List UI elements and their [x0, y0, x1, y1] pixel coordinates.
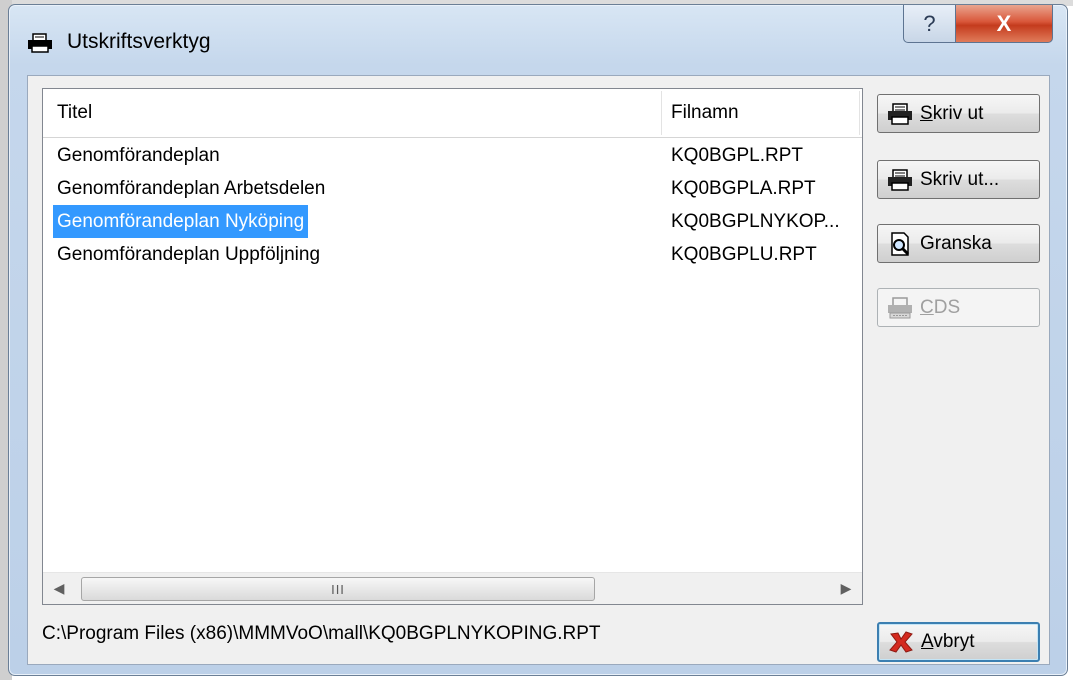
print-dialog-button[interactable]: Skriv ut...	[877, 160, 1040, 199]
printer-icon	[28, 33, 52, 53]
help-icon: ?	[923, 10, 936, 36]
report-list[interactable]: Titel Filnamn Genomförandeplan KQ0BGPL.R…	[42, 88, 863, 605]
list-item[interactable]: Genomförandeplan Arbetsdelen KQ0BGPLA.RP…	[43, 172, 862, 205]
list-header: Titel Filnamn	[43, 89, 862, 138]
printer-icon	[888, 168, 912, 191]
item-filename: KQ0BGPLA.RPT	[671, 178, 816, 199]
column-header-title[interactable]: Titel	[57, 89, 92, 137]
button-label: kriv ut	[932, 102, 984, 124]
column-divider[interactable]	[859, 91, 860, 135]
item-filename: KQ0BGPL.RPT	[671, 145, 803, 166]
scroll-right-arrow-icon[interactable]: ▶	[830, 573, 862, 604]
button-label: Skriv ut...	[920, 168, 1000, 190]
item-title: Genomförandeplan Nyköping	[53, 205, 309, 238]
preview-button[interactable]: Granska	[877, 224, 1040, 263]
mnemonic: S	[920, 102, 933, 124]
red-x-icon	[889, 631, 913, 653]
title-bar[interactable]: Utskriftsverktyg ? X	[9, 5, 1067, 75]
column-divider[interactable]	[661, 91, 662, 135]
item-title: Genomförandeplan Uppföljning	[57, 244, 321, 265]
list-item[interactable]: Genomförandeplan KQ0BGPL.RPT	[43, 139, 862, 172]
column-header-filename[interactable]: Filnamn	[671, 89, 739, 137]
item-title: Genomförandeplan Arbetsdelen	[57, 178, 326, 199]
scroll-thumb[interactable]: III	[81, 577, 595, 601]
grip-icon: III	[331, 581, 345, 597]
button-label: vbryt	[933, 631, 975, 652]
item-filename: KQ0BGPLU.RPT	[671, 244, 817, 265]
dialog-content: Titel Filnamn Genomförandeplan KQ0BGPL.R…	[27, 75, 1050, 665]
cancel-button[interactable]: Avbryt	[877, 622, 1040, 662]
close-button[interactable]: X	[955, 5, 1053, 43]
printer-icon	[888, 102, 912, 125]
item-filename: KQ0BGPLNYKOP...	[671, 211, 840, 232]
print-button[interactable]: Skriv ut	[877, 94, 1040, 133]
mnemonic: C	[920, 296, 934, 318]
cds-button[interactable]: CDS	[877, 288, 1040, 327]
cds-printer-icon	[888, 296, 912, 318]
mnemonic: A	[921, 631, 934, 652]
item-title: Genomförandeplan	[57, 145, 220, 166]
button-label: DS	[933, 296, 961, 318]
print-tool-dialog: Utskriftsverktyg ? X Titel Filnamn Genom…	[8, 4, 1068, 676]
window-title: Utskriftsverktyg	[67, 30, 211, 53]
selected-file-path: C:\Program Files (x86)\MMMVoO\mall\KQ0BG…	[42, 623, 601, 644]
close-icon: X	[996, 10, 1012, 36]
scroll-left-arrow-icon[interactable]: ◀	[43, 573, 75, 604]
magnifier-page-icon	[891, 231, 910, 256]
list-item-selected[interactable]: Genomförandeplan Nyköping KQ0BGPLNYKOP..…	[43, 205, 862, 238]
button-label: Granska	[920, 232, 992, 254]
help-button[interactable]: ?	[903, 5, 956, 43]
horizontal-scrollbar[interactable]: ◀ III ▶	[43, 572, 862, 604]
list-item[interactable]: Genomförandeplan Uppföljning KQ0BGPLU.RP…	[43, 238, 862, 271]
